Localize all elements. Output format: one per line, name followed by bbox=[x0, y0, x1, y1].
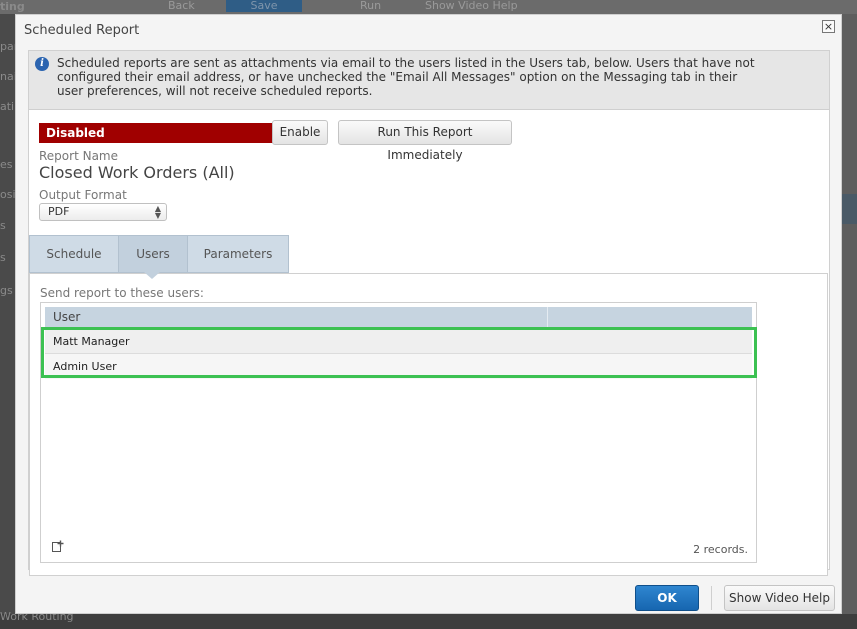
bg-run-button: Run bbox=[360, 0, 382, 12]
tab-users[interactable]: Users bbox=[118, 235, 188, 273]
bg-back-button: Back bbox=[168, 0, 195, 12]
close-icon[interactable]: × bbox=[822, 20, 835, 33]
column-header-user[interactable]: User bbox=[45, 307, 548, 328]
background-toolbar: Back Save Run Show Video Help bbox=[0, 0, 857, 14]
bg-help-button: Show Video Help bbox=[425, 0, 518, 12]
record-count: 2 records. bbox=[693, 543, 748, 556]
tab-parameters[interactable]: Parameters bbox=[187, 235, 289, 273]
add-record-icon[interactable] bbox=[51, 540, 64, 557]
active-tab-caret bbox=[144, 272, 160, 279]
bg-save-button: Save bbox=[226, 0, 302, 12]
info-banner: i Scheduled reports are sent as attachme… bbox=[29, 51, 829, 110]
enable-button[interactable]: Enable bbox=[272, 120, 328, 145]
chevron-updown-icon: ▲ ▼ bbox=[154, 204, 161, 220]
output-format-label: Output Format bbox=[39, 188, 127, 202]
users-grid: User Matt Manager Admin User 2 records. bbox=[40, 302, 757, 563]
background-bottom-bar: Work Routing bbox=[0, 610, 857, 629]
bg-sidebar-text: s bbox=[0, 219, 6, 232]
dialog-content: i Scheduled reports are sent as attachme… bbox=[28, 50, 830, 576]
ok-button[interactable]: OK bbox=[635, 585, 699, 611]
users-panel: Send report to these users: User Matt Ma… bbox=[29, 273, 828, 576]
info-text: Scheduled reports are sent as attachment… bbox=[57, 56, 755, 98]
bg-sidebar-text: ting bbox=[0, 0, 25, 13]
run-immediately-button[interactable]: Run This Report Immediately bbox=[338, 120, 512, 162]
output-format-select[interactable]: PDF ▲ ▼ bbox=[39, 203, 167, 221]
scheduled-report-dialog: Scheduled Report × i Scheduled reports a… bbox=[15, 14, 842, 614]
status-badge: Disabled bbox=[39, 123, 273, 143]
bg-sidebar-text: s bbox=[0, 251, 6, 264]
button-divider bbox=[711, 586, 712, 610]
info-icon: i bbox=[35, 57, 49, 71]
tab-schedule[interactable]: Schedule bbox=[29, 235, 119, 273]
bg-sidebar-text: gs bbox=[0, 284, 13, 297]
dialog-title: Scheduled Report bbox=[24, 23, 140, 38]
grid-header: User bbox=[45, 307, 752, 328]
report-name-label: Report Name bbox=[39, 149, 118, 163]
output-format-value: PDF bbox=[48, 205, 70, 218]
bg-sidebar-text: ati bbox=[0, 100, 15, 113]
background-right-panel bbox=[841, 14, 857, 629]
bg-sidebar-text: es bbox=[0, 158, 13, 171]
show-video-help-button[interactable]: Show Video Help bbox=[724, 585, 835, 611]
selection-highlight bbox=[41, 327, 757, 378]
report-name: Closed Work Orders (All) bbox=[39, 163, 235, 182]
background-sidebar: ting pan nai ati es osin s s gs bbox=[0, 0, 25, 629]
send-to-label: Send report to these users: bbox=[40, 286, 204, 300]
